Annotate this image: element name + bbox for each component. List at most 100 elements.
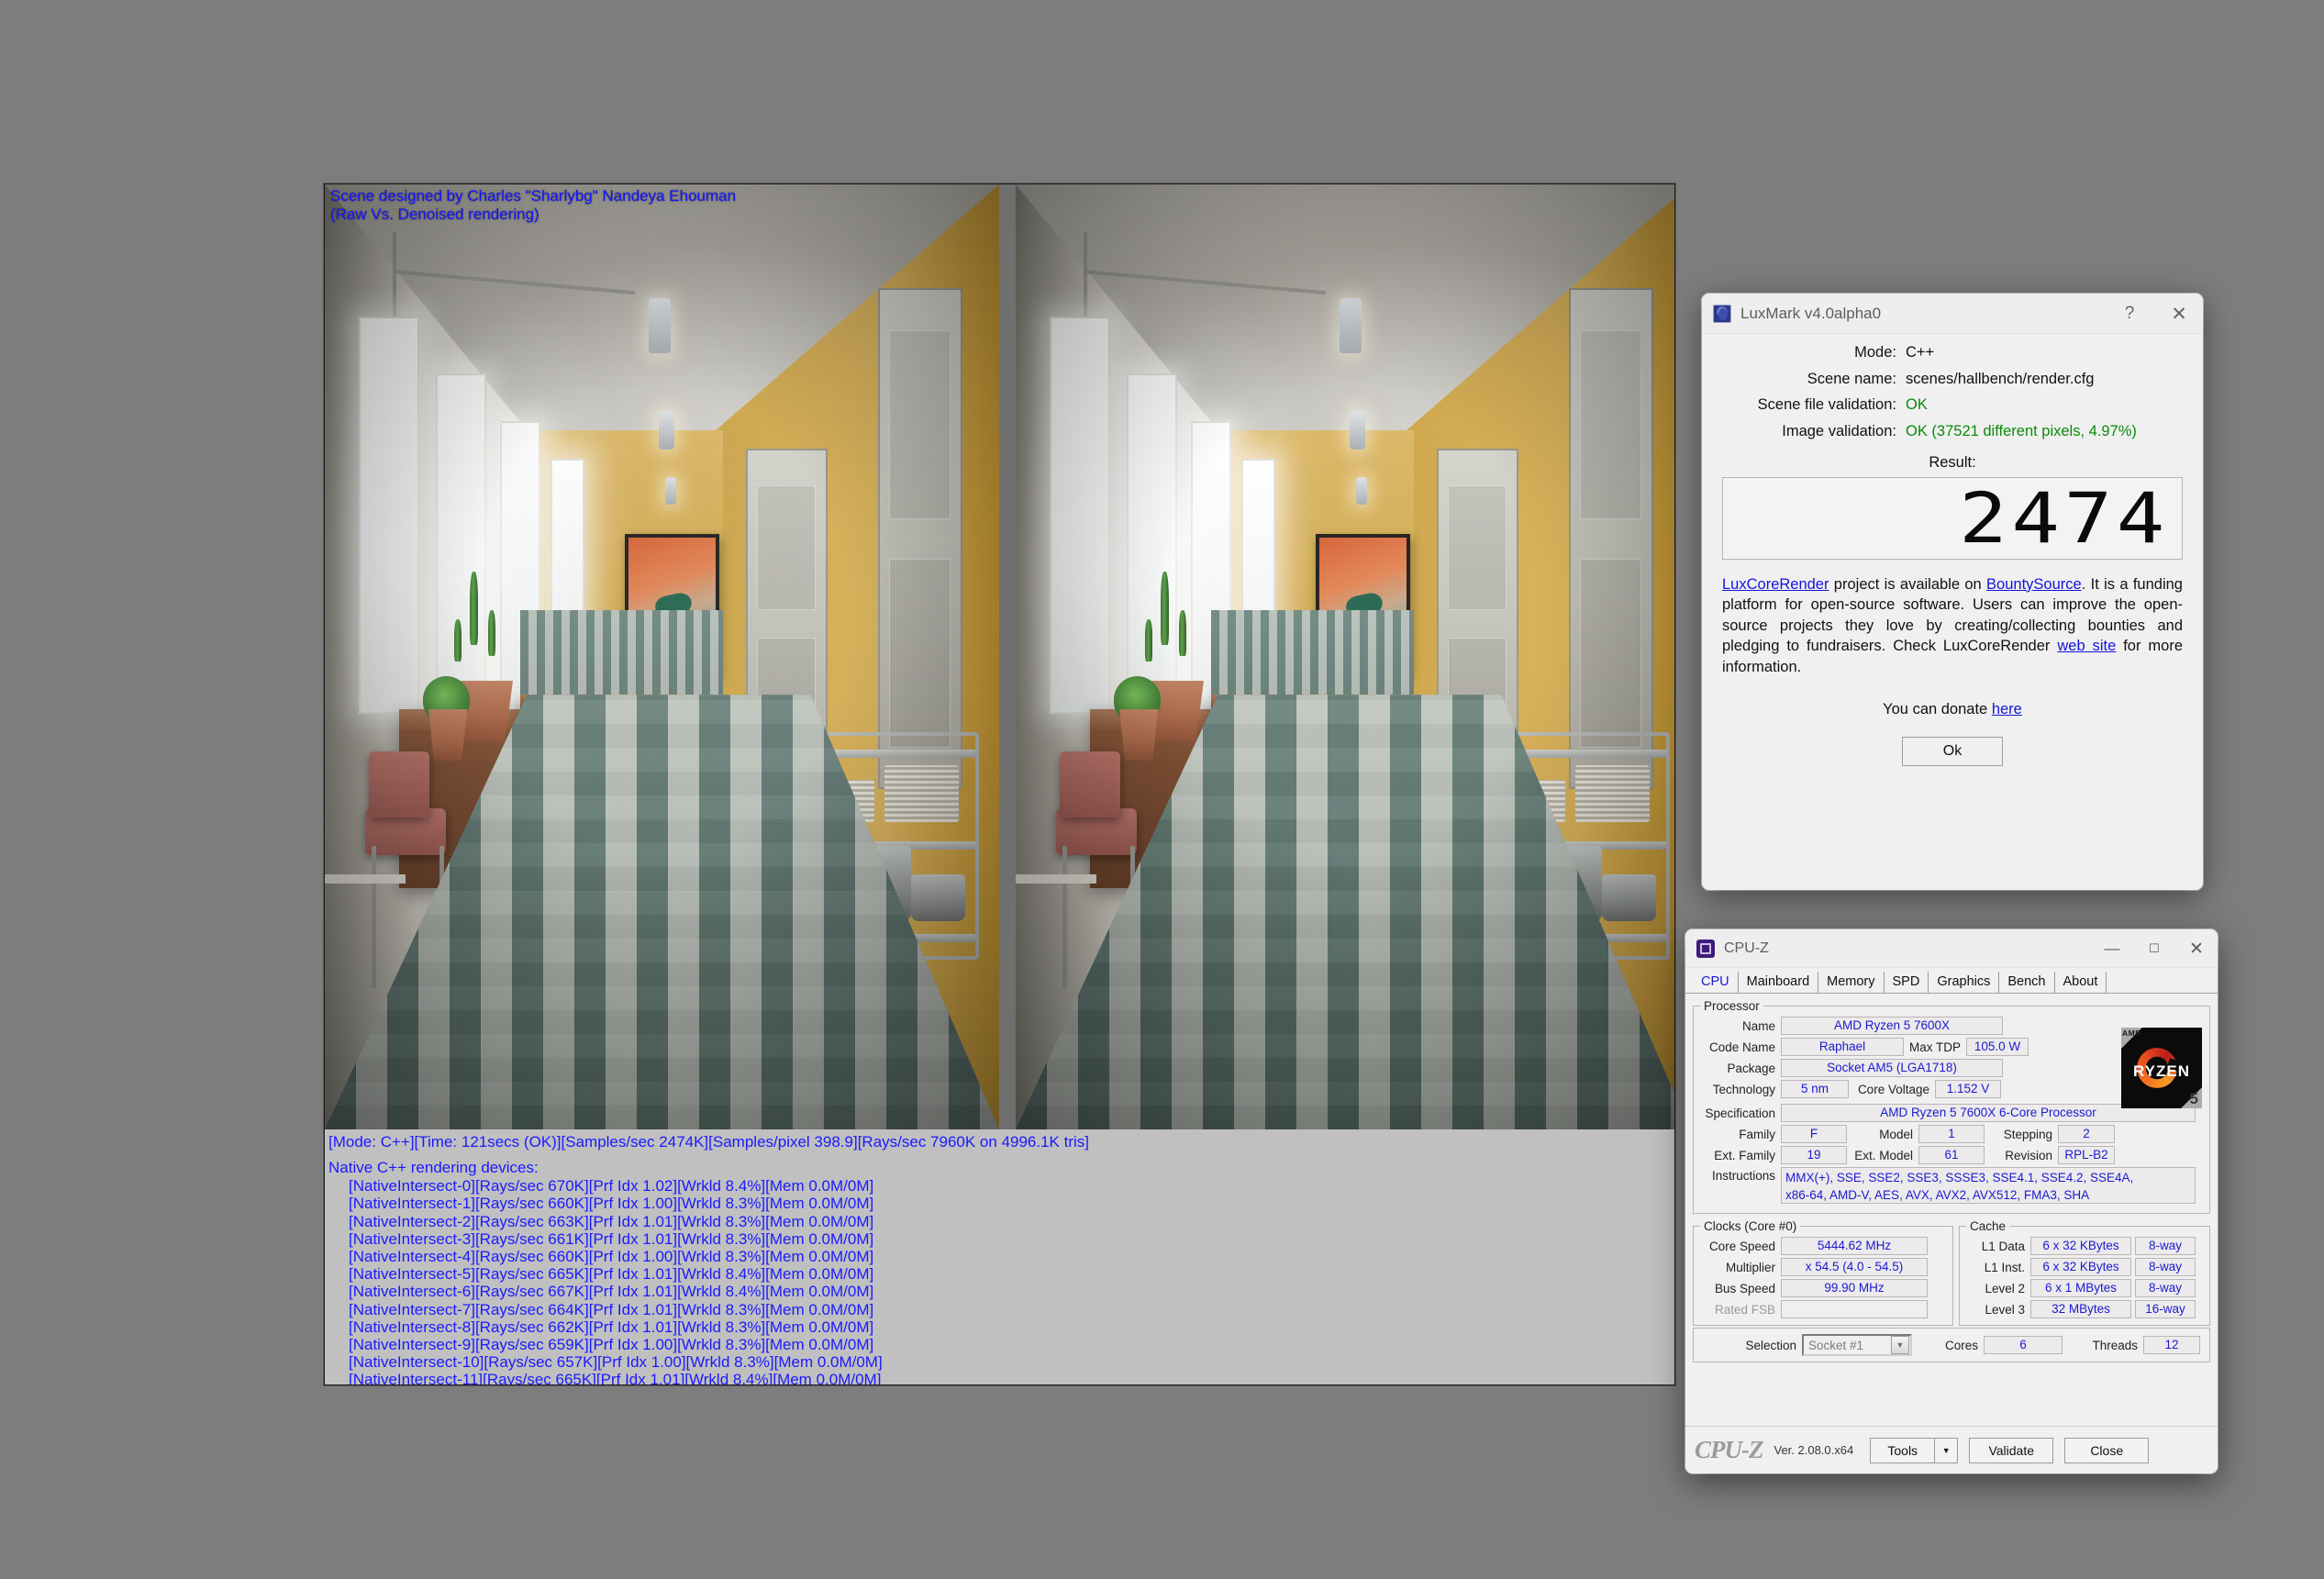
ryzen-wordmark: RYZEN — [2133, 1062, 2190, 1080]
info-value: scenes/hallbench/render.cfg — [1906, 370, 2095, 387]
value-bus-speed: 99.90 MHz — [1781, 1279, 1928, 1297]
result-score: 2474 — [1959, 476, 2169, 559]
socket-select[interactable]: Socket #1 ▼ — [1802, 1334, 1912, 1356]
render-noise-denoised — [1016, 184, 1674, 1129]
maximize-icon[interactable]: ☐ — [2133, 929, 2175, 968]
tab-mainboard[interactable]: Mainboard — [1738, 972, 1819, 993]
label-l1-data: L1 Data — [1981, 1239, 2025, 1253]
value-core-voltage: 1.152 V — [1935, 1080, 2001, 1098]
website-link[interactable]: web site — [2057, 638, 2116, 654]
value-ext-model: 61 — [1918, 1146, 1985, 1164]
info-value-status: OK — [1906, 396, 1928, 414]
row-level-2: Level 2 6 x 1 MBytes 8-way — [1966, 1279, 2203, 1297]
log-device-row: [NativeIntersect-10][Rays/sec 657K][Prf … — [349, 1353, 883, 1372]
dialog-title-bar[interactable]: LuxMark v4.0alpha0 ? ✕ — [1702, 294, 2203, 334]
hallway-scene-raw — [325, 184, 999, 1129]
log-device-row: [NativeIntersect-6][Rays/sec 667K][Prf I… — [349, 1283, 874, 1301]
donate-link[interactable]: here — [1992, 701, 2022, 717]
pane-divider — [999, 184, 1016, 1129]
value-core-speed: 5444.62 MHz — [1781, 1237, 1928, 1255]
label-core-speed: Core Speed — [1708, 1239, 1775, 1253]
info-value: C++ — [1906, 344, 1935, 361]
log-device-row: [NativeIntersect-0][Rays/sec 670K][Prf I… — [349, 1177, 874, 1195]
cpuz-window[interactable]: CPU-Z — ☐ ✕ CPU Mainboard Memory SPD Gra… — [1685, 929, 2218, 1473]
close-button[interactable]: Close — [2064, 1437, 2150, 1463]
value-cores: 6 — [1984, 1336, 2063, 1354]
value-code-name: Raphael — [1781, 1038, 1904, 1056]
value-model: 1 — [1918, 1125, 1985, 1143]
row-multiplier: Multiplier x 54.5 (4.0 - 54.5) — [1700, 1258, 1946, 1276]
log-device-row: [NativeIntersect-1][Rays/sec 660K][Prf I… — [349, 1195, 874, 1213]
luxcorerender-link[interactable]: LuxCoreRender — [1722, 576, 1829, 593]
validate-button[interactable]: Validate — [1969, 1437, 2054, 1463]
value-instructions: MMX(+), SSE, SSE2, SSE3, SSSE3, SSE4.1, … — [1781, 1167, 2196, 1204]
value-level-3-ways: 16-way — [2135, 1300, 2196, 1318]
ok-button[interactable]: Ok — [1902, 737, 2003, 767]
label-package: Package — [1727, 1061, 1775, 1075]
render-pane-denoised — [1016, 184, 1674, 1129]
tab-about[interactable]: About — [2054, 972, 2107, 993]
value-stepping: 2 — [2058, 1125, 2115, 1143]
log-device-row: [NativeIntersect-7][Rays/sec 664K][Prf I… — [349, 1300, 874, 1318]
close-icon[interactable]: ✕ — [2157, 294, 2201, 334]
ryzen-tier: 5 — [2189, 1090, 2198, 1107]
render-devices-log[interactable]: Native C++ rendering devices: [NativeInt… — [325, 1159, 1674, 1385]
socket-select-value: Socket #1 — [1808, 1338, 1864, 1352]
log-device-row: [NativeIntersect-3][Rays/sec 661K][Prf I… — [349, 1229, 874, 1248]
value-revision: RPL-B2 — [2058, 1146, 2115, 1164]
cpuz-title-bar[interactable]: CPU-Z — ☐ ✕ — [1685, 929, 2218, 968]
value-level-2-size: 6 x 1 MBytes — [2030, 1279, 2131, 1297]
row-family: Family F Model 1 Stepping 2 — [1700, 1125, 2203, 1143]
cpuz-tab-bar[interactable]: CPU Mainboard Memory SPD Graphics Bench … — [1685, 968, 2218, 994]
tools-dropdown-icon[interactable]: ▼ — [1934, 1437, 1959, 1463]
row-instructions: Instructions MMX(+), SSE, SSE2, SSE3, SS… — [1700, 1167, 2203, 1204]
tab-graphics[interactable]: Graphics — [1929, 972, 2000, 993]
row-rated-fsb: Rated FSB — [1700, 1300, 1946, 1318]
help-icon[interactable]: ? — [2107, 294, 2152, 334]
log-device-row: [NativeIntersect-4][Rays/sec 660K][Prf I… — [349, 1248, 874, 1266]
log-header: Native C++ rendering devices: — [328, 1159, 539, 1176]
result-caption: Result: — [1929, 453, 1976, 471]
clocks-cache-row: Clocks (Core #0) Core Speed 5444.62 MHz … — [1693, 1219, 2210, 1326]
label-instructions: Instructions — [1711, 1169, 1775, 1183]
row-level-3: Level 3 32 MBytes 16-way — [1966, 1300, 2203, 1318]
bountysource-link[interactable]: BountySource — [1986, 576, 2082, 593]
render-noise-raw — [325, 184, 999, 1129]
chevron-down-icon[interactable]: ▼ — [1891, 1336, 1909, 1354]
label-max-tdp: Max TDP — [1908, 1040, 1961, 1054]
log-device-row: [NativeIntersect-5][Rays/sec 665K][Prf I… — [349, 1265, 874, 1284]
minimize-icon[interactable]: — — [2091, 929, 2133, 968]
selection-bar: Selection Socket #1 ▼ Cores 6 Threads 12 — [1693, 1328, 2210, 1362]
tab-cpu[interactable]: CPU — [1693, 972, 1739, 993]
info-row-scene-validation: Scene file validation: OK — [1722, 395, 2183, 415]
ryzen-logo: RYZEN AMD 5 — [2121, 1028, 2202, 1108]
info-label: Mode: — [1854, 344, 1896, 361]
tab-bench[interactable]: Bench — [1999, 972, 2055, 993]
render-pane-raw: Scene designed by Charles "Sharlybg" Nan… — [325, 184, 999, 1129]
processor-legend: Processor — [1704, 999, 1760, 1013]
label-rated-fsb: Rated FSB — [1714, 1302, 1775, 1317]
luxmark-render-window[interactable]: Scene designed by Charles "Sharlybg" Nan… — [324, 183, 1675, 1385]
log-device-row: [NativeIntersect-8][Rays/sec 662K][Prf I… — [349, 1318, 874, 1336]
close-icon[interactable]: ✕ — [2175, 929, 2218, 968]
tab-spd[interactable]: SPD — [1884, 972, 1929, 993]
value-multiplier: x 54.5 (4.0 - 54.5) — [1781, 1258, 1928, 1276]
log-device-row: [NativeIntersect-11][Rays/sec 665K][Prf … — [349, 1371, 882, 1385]
render-viewport[interactable]: Scene designed by Charles "Sharlybg" Nan… — [325, 184, 1674, 1129]
label-multiplier: Multiplier — [1725, 1260, 1775, 1274]
label-stepping: Stepping — [2003, 1127, 2052, 1141]
label-model: Model — [1879, 1127, 1913, 1141]
tab-memory[interactable]: Memory — [1818, 972, 1885, 993]
info-row-mode: Mode: C++ — [1722, 343, 2183, 362]
label-bus-speed: Bus Speed — [1714, 1281, 1775, 1295]
luxmark-result-dialog[interactable]: LuxMark v4.0alpha0 ? ✕ Mode: C++ Scene n… — [1702, 294, 2203, 890]
label-revision: Revision — [2005, 1148, 2052, 1162]
donate-text: You can donate — [1883, 701, 1992, 718]
label-ext-model: Ext. Model — [1854, 1148, 1913, 1162]
tools-button[interactable]: Tools — [1870, 1437, 1935, 1463]
value-ext-family: 19 — [1781, 1146, 1847, 1164]
label-ext-family: Ext. Family — [1714, 1148, 1775, 1162]
value-family: F — [1781, 1125, 1847, 1143]
hallway-scene-denoised — [1016, 184, 1674, 1129]
luxmark-icon — [1713, 304, 1731, 323]
